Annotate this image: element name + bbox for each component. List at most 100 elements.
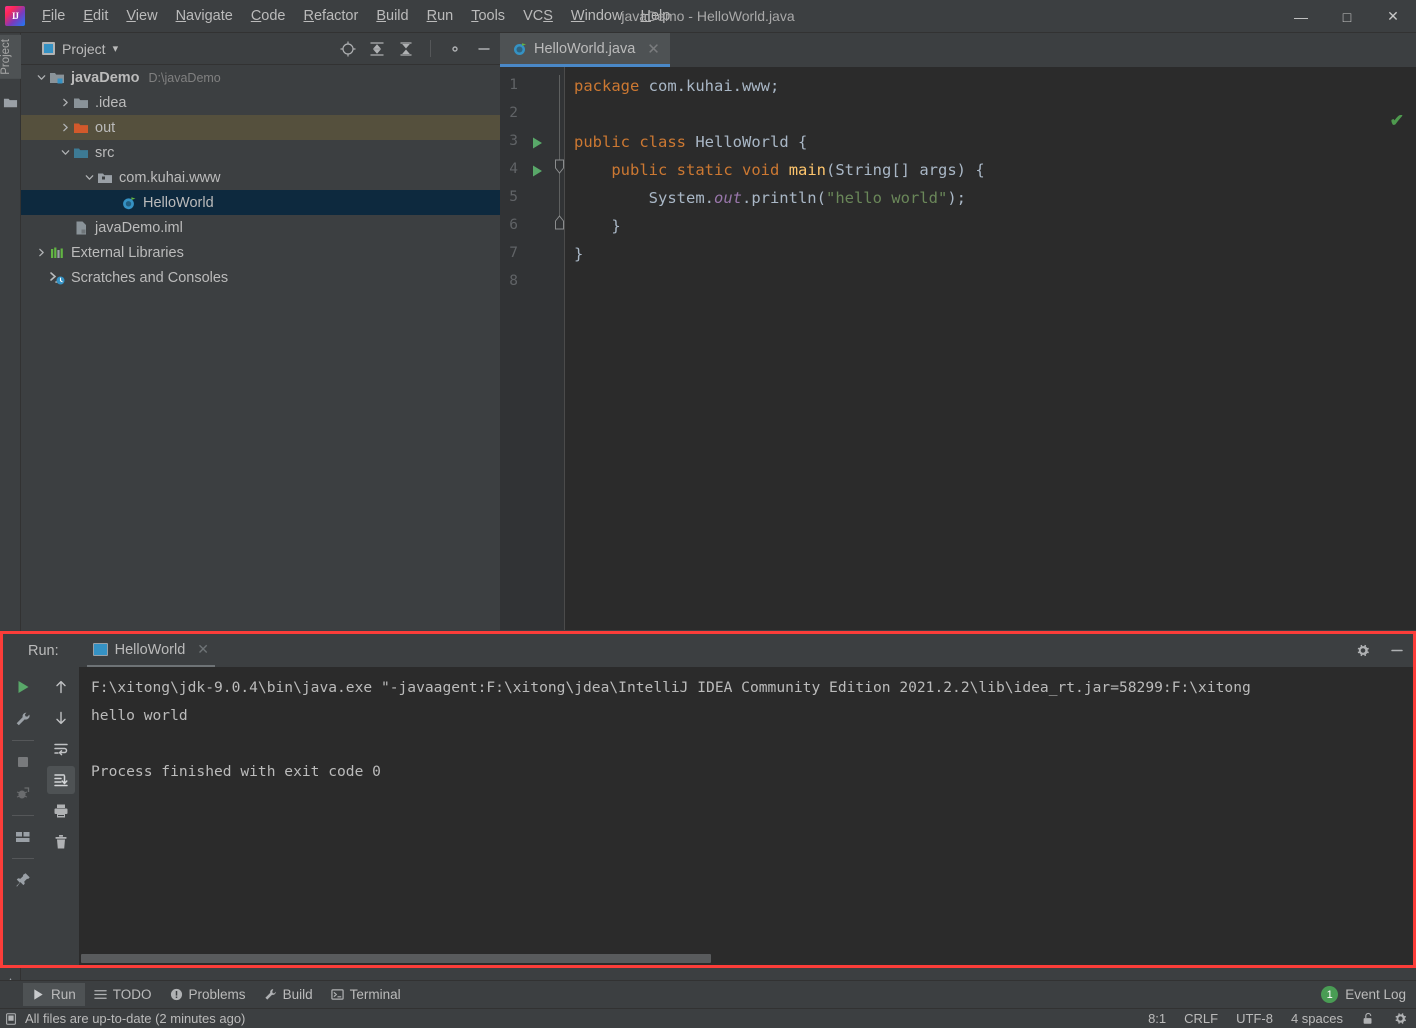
run-tab-helloworld[interactable]: HelloWorld ✕ — [86, 637, 216, 668]
pin-icon[interactable] — [9, 866, 37, 894]
rerun-icon[interactable] — [9, 673, 37, 701]
wrench-settings-icon[interactable] — [9, 705, 37, 733]
line-number: 7 — [509, 245, 518, 261]
hide-panel-icon[interactable] — [476, 41, 492, 57]
code-line[interactable]: } — [574, 245, 583, 263]
event-log-button[interactable]: 1 Event Log — [1321, 986, 1406, 1003]
run-panel-label: Run: — [28, 642, 59, 659]
line-separator[interactable]: CRLF — [1184, 1011, 1218, 1026]
chevron-down-icon[interactable] — [57, 145, 73, 161]
editor-gutter[interactable]: 1 2 3 4 5 6 7 8 — [500, 67, 564, 630]
bottom-tab-terminal[interactable]: Terminal — [322, 983, 410, 1006]
chevron-down-icon[interactable] — [81, 170, 97, 186]
logo-text: IJ — [11, 11, 19, 21]
code-line[interactable]: public static void main(String[] args) { — [574, 161, 984, 179]
code-text-area[interactable]: package com.kuhai.www; public class Hello… — [564, 67, 1416, 630]
menu-vcs[interactable]: VCS — [514, 4, 562, 28]
chevron-none-icon — [57, 220, 73, 236]
code-line[interactable]: System.out.println("hello world"); — [574, 189, 966, 207]
down-arrow-icon[interactable] — [47, 704, 75, 732]
tree-node-src[interactable]: src — [21, 140, 500, 165]
tree-node-label: javaDemo.iml — [95, 219, 183, 236]
gutter-run-icon[interactable] — [530, 164, 544, 178]
code-line[interactable]: package com.kuhai.www; — [574, 77, 779, 95]
minimize-panel-icon[interactable] — [1389, 643, 1405, 659]
chevron-right-icon[interactable] — [33, 245, 49, 261]
menu-help[interactable]: Help — [631, 4, 679, 28]
line-number: 8 — [509, 273, 518, 289]
bottom-tab-problems[interactable]: Problems — [161, 983, 255, 1006]
menu-view[interactable]: View — [117, 4, 166, 28]
bottom-tab-todo[interactable]: TODO — [85, 983, 161, 1006]
print-icon[interactable] — [47, 797, 75, 825]
menu-run[interactable]: Run — [418, 4, 463, 28]
gutter-run-icon[interactable] — [530, 136, 544, 150]
bottom-tool-window-bar: Run TODO Problems Build Terminal 1 Event Log — [0, 980, 1416, 1008]
caret-position[interactable]: 8:1 — [1148, 1011, 1166, 1026]
indent-setting[interactable]: 4 spaces — [1291, 1011, 1343, 1026]
bottom-tab-run[interactable]: Run — [23, 983, 85, 1006]
package-icon — [97, 170, 114, 186]
tree-node-idea[interactable]: .idea — [21, 90, 500, 115]
maximize-button[interactable]: □ — [1324, 0, 1370, 33]
menu-code[interactable]: Code — [242, 4, 295, 28]
stop-icon[interactable] — [9, 748, 37, 776]
intellij-idea-window: IJ File Edit View Navigate Code Refactor Build… — [0, 0, 1416, 1028]
gear-icon[interactable] — [447, 41, 463, 57]
tree-node-com-kuhai-www[interactable]: com.kuhai.www — [21, 165, 500, 190]
collapse-all-icon[interactable] — [398, 41, 414, 57]
line-number: 4 — [509, 161, 518, 177]
tree-node-helloworld[interactable]: HelloWorld — [21, 190, 500, 215]
code-line[interactable]: public class HelloWorld { — [574, 133, 807, 151]
gear-icon[interactable] — [1393, 1011, 1408, 1026]
menu-tools[interactable]: Tools — [462, 4, 514, 28]
tree-node-label: out — [95, 119, 116, 136]
menu-build[interactable]: Build — [367, 4, 417, 28]
menu-file[interactable]: File — [33, 4, 74, 28]
code-editor[interactable]: 1 2 3 4 5 6 7 8 package com.kuhai.www; public cl… — [500, 67, 1416, 630]
chevron-down-icon[interactable] — [33, 70, 49, 86]
editor-tab-helloworld[interactable]: HelloWorld.java ✕ — [500, 33, 670, 67]
tree-node-external-libraries[interactable]: External Libraries — [21, 240, 500, 265]
tree-node-scratches-and-consoles[interactable]: Scratches and Consoles — [21, 265, 500, 290]
close-icon[interactable]: ✕ — [647, 40, 660, 58]
menu-bar[interactable]: File Edit View Navigate Code Refactor Build Run… — [33, 0, 679, 33]
file-encoding[interactable]: UTF-8 — [1236, 1011, 1273, 1026]
scrollbar-thumb[interactable] — [81, 954, 711, 963]
scroll-to-end-icon[interactable] — [47, 766, 75, 794]
code-line[interactable]: } — [574, 217, 620, 235]
fold-bar[interactable] — [555, 67, 564, 630]
console-hscrollbar[interactable] — [79, 952, 1413, 965]
project-panel-title[interactable]: Project ▾ — [42, 41, 118, 57]
menu-navigate[interactable]: Navigate — [167, 4, 242, 28]
close-button[interactable]: ✕ — [1370, 0, 1416, 33]
inspection-ok-icon[interactable]: ✔ — [1390, 111, 1404, 131]
tree-node-javademo[interactable]: javaDemo D:\javaDemo — [21, 65, 500, 90]
menu-edit[interactable]: Edit — [74, 4, 117, 28]
chevron-down-icon[interactable]: ▾ — [113, 42, 119, 55]
line-number: 2 — [509, 105, 518, 121]
debug-disabled-icon[interactable] — [9, 780, 37, 808]
console-output[interactable]: F:\xitong\jdk-9.0.4\bin\java.exe "-javaa… — [79, 667, 1413, 965]
minimize-button[interactable]: — — [1278, 0, 1324, 33]
gear-icon[interactable] — [1355, 643, 1371, 659]
tree-node-javademo-iml[interactable]: javaDemo.iml — [21, 215, 500, 240]
line-number: 1 — [509, 77, 518, 93]
menu-window[interactable]: Window — [562, 4, 632, 28]
chevron-right-icon[interactable] — [57, 95, 73, 111]
project-tree[interactable]: javaDemo D:\javaDemo .idea out src com.kuhai.… — [21, 65, 500, 630]
chevron-right-icon[interactable] — [57, 120, 73, 136]
soft-wrap-icon[interactable] — [47, 735, 75, 763]
unlocked-icon[interactable] — [1361, 1011, 1375, 1026]
locate-icon[interactable] — [340, 41, 356, 57]
event-log-badge: 1 — [1321, 986, 1339, 1003]
layout-settings-icon[interactable] — [9, 823, 37, 851]
stripe-button-project[interactable]: Project — [0, 35, 21, 79]
bottom-tab-build[interactable]: Build — [255, 983, 322, 1006]
close-icon[interactable]: ✕ — [197, 641, 209, 658]
up-arrow-icon[interactable] — [47, 673, 75, 701]
menu-refactor[interactable]: Refactor — [295, 4, 368, 28]
tree-node-out[interactable]: out — [21, 115, 500, 140]
trash-icon[interactable] — [47, 828, 75, 856]
expand-all-icon[interactable] — [369, 41, 385, 57]
